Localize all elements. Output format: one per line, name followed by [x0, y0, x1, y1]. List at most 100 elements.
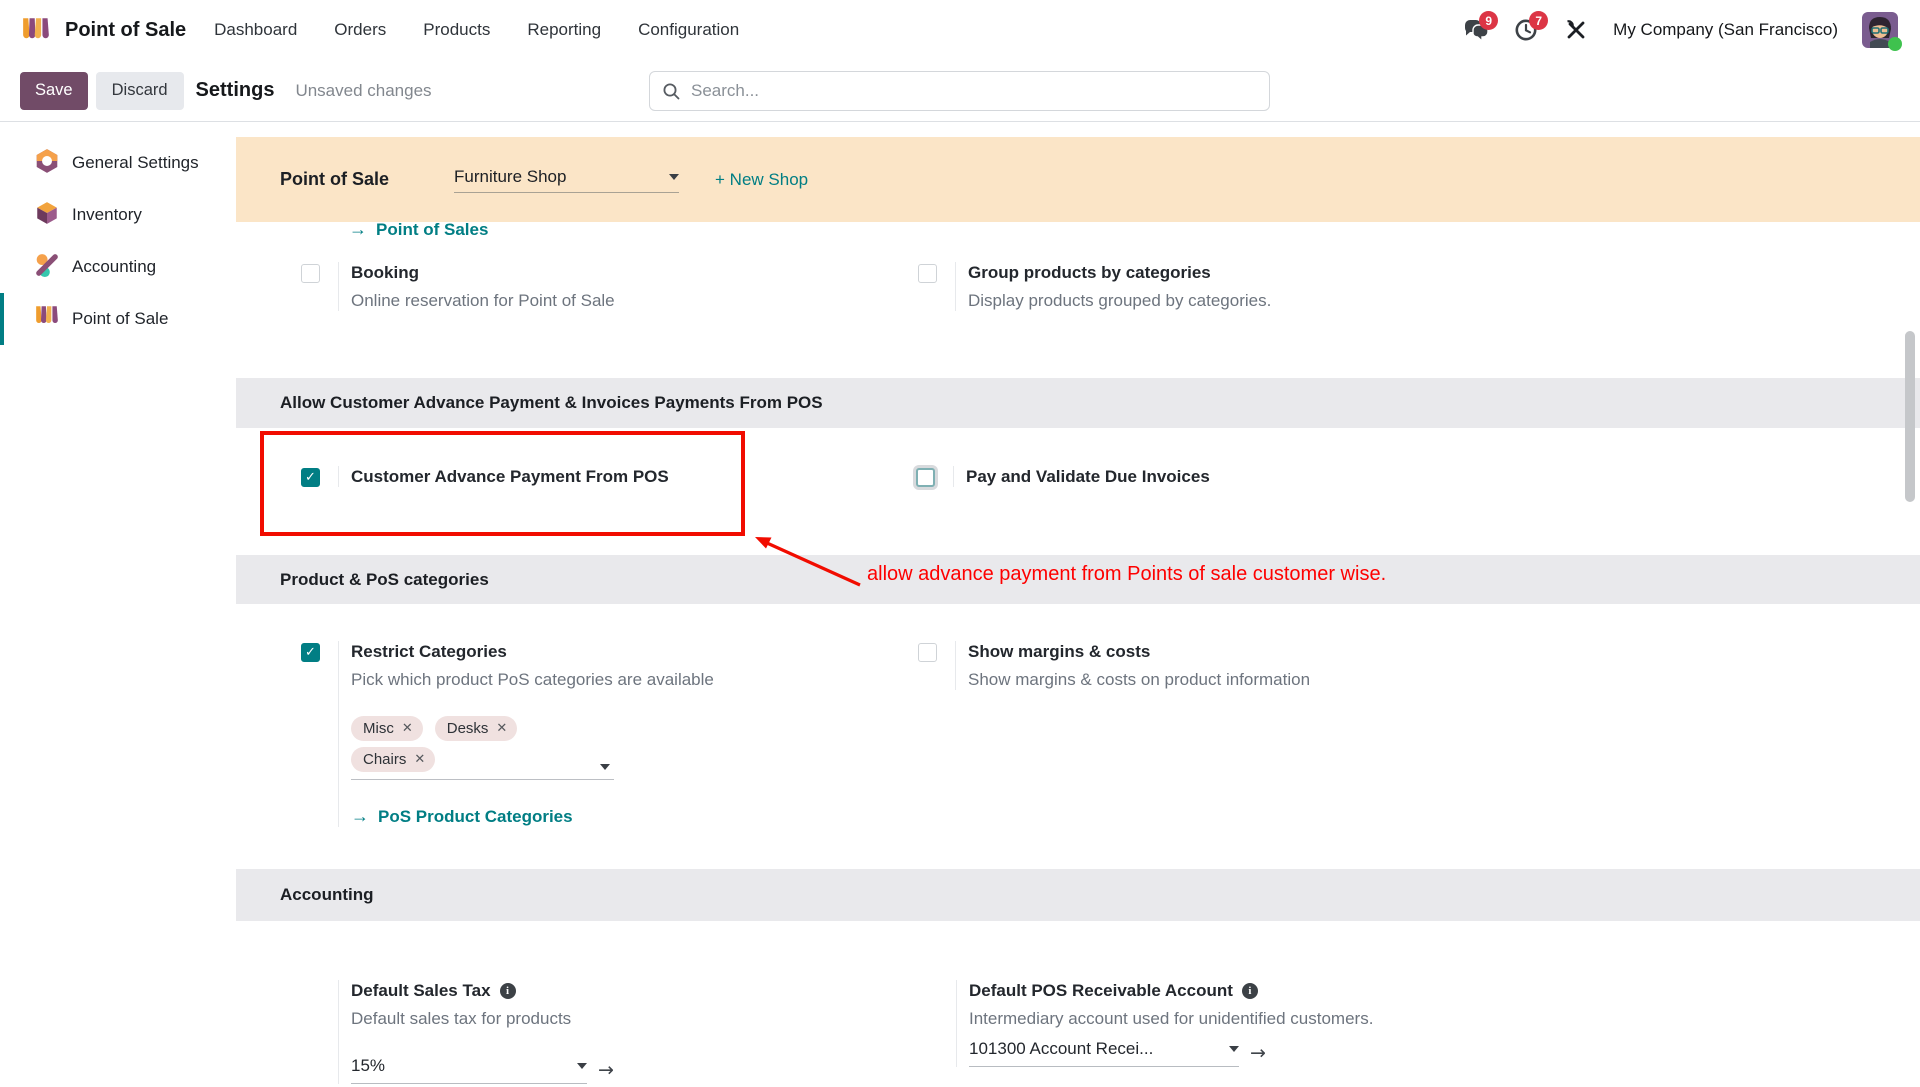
- sidebar-item-point-of-sale[interactable]: Point of Sale: [0, 293, 236, 345]
- search-box: [649, 71, 1270, 111]
- top-navbar: Point of Sale Dashboard Orders Products …: [0, 0, 1920, 60]
- chevron-down-icon: [1229, 1046, 1239, 1052]
- chevron-down-icon[interactable]: [600, 764, 610, 770]
- setting-group-products: Group products by categories Display pro…: [918, 262, 1271, 311]
- pos-settings-page: Point of Sale Dashboard Orders Products …: [0, 0, 1920, 1087]
- advance-payment-label: Customer Advance Payment From POS: [351, 466, 669, 487]
- show-margins-desc: Show margins & costs on product informat…: [968, 669, 1310, 690]
- vertical-scrollbar-thumb[interactable]: [1905, 331, 1915, 502]
- booking-desc: Online reservation for Point of Sale: [351, 290, 615, 311]
- setting-restrict-categories: Restrict Categories Pick which product P…: [301, 641, 714, 827]
- info-icon: i: [500, 983, 516, 999]
- open-record-arrow-icon[interactable]: →: [1250, 1042, 1266, 1064]
- advance-payment-checkbox[interactable]: [301, 468, 320, 487]
- menu-dashboard[interactable]: Dashboard: [214, 20, 297, 40]
- restrict-categories-desc: Pick which product PoS categories are av…: [351, 669, 714, 690]
- default-pos-receivable-select[interactable]: 101300 Account Recei...: [969, 1039, 1239, 1067]
- accounting-icon: [34, 252, 60, 283]
- point-of-sale-icon: [34, 305, 60, 333]
- section-accounting: Accounting: [236, 869, 1920, 921]
- activities-badge: 7: [1529, 11, 1548, 30]
- setting-show-margins: Show margins & costs Show margins & cost…: [918, 641, 1310, 690]
- pos-categories-tags-field[interactable]: Misc ✕ Desks ✕ Chairs ✕: [351, 716, 614, 780]
- restrict-categories-checkbox[interactable]: [301, 643, 320, 662]
- point-of-sales-link[interactable]: → Point of Sales: [349, 219, 488, 240]
- pos-product-categories-link[interactable]: → PoS Product Categories: [351, 806, 714, 827]
- menu-products[interactable]: Products: [423, 20, 490, 40]
- menu-reporting[interactable]: Reporting: [527, 20, 601, 40]
- chevron-down-icon: [577, 1063, 587, 1069]
- info-icon: i: [1242, 983, 1258, 999]
- sidebar-item-accounting[interactable]: Accounting: [0, 241, 236, 293]
- control-panel: Save Discard Settings Unsaved changes: [0, 60, 1920, 122]
- chevron-down-icon: [669, 174, 679, 180]
- group-products-checkbox[interactable]: [918, 264, 937, 283]
- default-sales-tax-label: Default Sales Tax: [351, 980, 491, 1001]
- navbar-right: 9 7 My Company (San Francisco): [1463, 12, 1898, 48]
- user-avatar[interactable]: [1862, 12, 1898, 48]
- section-advance-payment: Allow Customer Advance Payment & Invoice…: [236, 378, 1920, 428]
- menu-configuration[interactable]: Configuration: [638, 20, 739, 40]
- sidebar-item-inventory[interactable]: Inventory: [0, 189, 236, 241]
- show-margins-label: Show margins & costs: [968, 641, 1310, 662]
- show-margins-checkbox[interactable]: [918, 643, 937, 662]
- general-settings-icon: [34, 148, 60, 179]
- setting-default-sales-tax: Default Sales Tax i Default sales tax fo…: [338, 980, 614, 1084]
- search-icon: [662, 82, 680, 100]
- booking-checkbox[interactable]: [301, 264, 320, 283]
- unsaved-changes-status: Unsaved changes: [295, 81, 431, 101]
- sidebar-item-label: Inventory: [72, 205, 142, 225]
- internal-link-arrow-icon: →: [351, 806, 369, 827]
- shop-select-dropdown[interactable]: Furniture Shop: [454, 167, 679, 193]
- company-switcher[interactable]: My Company (San Francisco): [1613, 20, 1838, 40]
- search-input[interactable]: [689, 80, 1257, 102]
- inventory-icon: [34, 200, 60, 231]
- settings-content: Point of Sale Furniture Shop + New Shop …: [236, 122, 1920, 1087]
- pay-due-invoices-label: Pay and Validate Due Invoices: [966, 466, 1210, 487]
- default-sales-tax-select[interactable]: 15%: [351, 1056, 587, 1084]
- new-shop-link[interactable]: + New Shop: [715, 170, 808, 190]
- shop-selector-band: Point of Sale Furniture Shop + New Shop: [236, 137, 1920, 222]
- internal-link-arrow-icon: →: [349, 219, 367, 240]
- default-pos-receivable-label: Default POS Receivable Account: [969, 980, 1233, 1001]
- group-products-desc: Display products grouped by categories.: [968, 290, 1271, 311]
- tag-chairs: Chairs ✕: [351, 747, 435, 772]
- remove-tag-icon[interactable]: ✕: [402, 721, 413, 736]
- default-sales-tax-desc: Default sales tax for products: [351, 1008, 614, 1029]
- annotation-text: allow advance payment from Points of sal…: [867, 563, 1386, 586]
- page-title: Settings: [196, 79, 275, 102]
- messages-badge: 9: [1479, 11, 1498, 30]
- setting-default-pos-receivable: Default POS Receivable Account i Interme…: [956, 980, 1373, 1067]
- booking-label: Booking: [351, 262, 615, 283]
- settings-sidebar: General Settings Inventory Accounting: [0, 122, 236, 1087]
- app-name[interactable]: Point of Sale: [65, 19, 186, 42]
- setting-advance-payment: Customer Advance Payment From POS: [301, 466, 669, 487]
- setting-pay-due-invoices: Pay and Validate Due Invoices: [916, 466, 1210, 487]
- group-products-label: Group products by categories: [968, 262, 1271, 283]
- sidebar-item-general-settings[interactable]: General Settings: [0, 137, 236, 189]
- remove-tag-icon[interactable]: ✕: [496, 721, 507, 736]
- open-record-arrow-icon[interactable]: →: [598, 1059, 614, 1081]
- sidebar-item-label: Point of Sale: [72, 309, 168, 329]
- save-button[interactable]: Save: [20, 72, 88, 110]
- tools-icon[interactable]: [1563, 17, 1589, 43]
- remove-tag-icon[interactable]: ✕: [414, 752, 425, 767]
- default-pos-receivable-desc: Intermediary account used for unidentifi…: [969, 1008, 1373, 1029]
- default-sales-tax-value: 15%: [351, 1056, 385, 1076]
- sidebar-item-label: Accounting: [72, 257, 156, 277]
- pos-app-logo-icon[interactable]: [20, 17, 52, 44]
- tag-misc: Misc ✕: [351, 716, 423, 741]
- default-pos-receivable-value: 101300 Account Recei...: [969, 1039, 1153, 1059]
- messages-icon[interactable]: 9: [1463, 17, 1489, 43]
- restrict-categories-label: Restrict Categories: [351, 641, 714, 662]
- online-status-dot: [1888, 37, 1902, 51]
- discard-button[interactable]: Discard: [96, 72, 184, 110]
- selected-shop-name: Furniture Shop: [454, 167, 566, 187]
- pay-due-invoices-checkbox[interactable]: [916, 468, 935, 487]
- tag-desks: Desks ✕: [435, 716, 518, 741]
- sidebar-item-label: General Settings: [72, 153, 199, 173]
- setting-booking: Booking Online reservation for Point of …: [301, 262, 615, 311]
- activities-clock-icon[interactable]: 7: [1513, 17, 1539, 43]
- shop-band-label: Point of Sale: [280, 169, 389, 190]
- menu-orders[interactable]: Orders: [334, 20, 386, 40]
